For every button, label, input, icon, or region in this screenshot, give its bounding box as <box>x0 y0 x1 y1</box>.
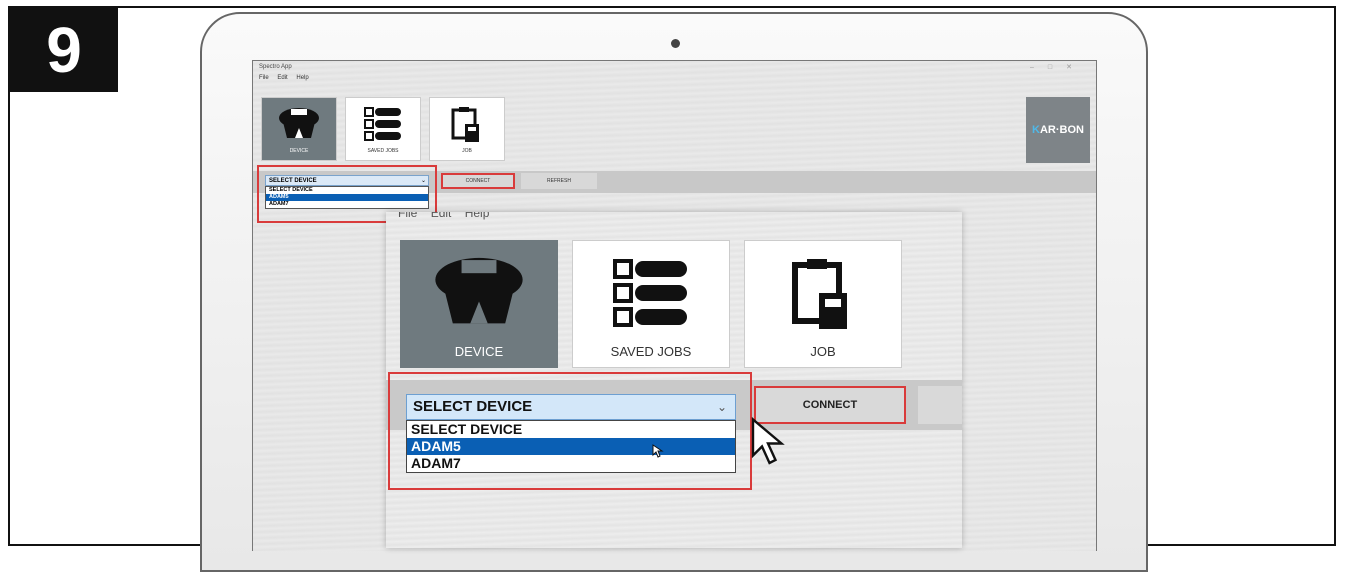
zoom-refresh-button[interactable] <box>918 386 962 424</box>
step-number: 9 <box>10 8 118 92</box>
zoom-callout: File Edit Help DEVICE SAVED JOBS JOB SEL… <box>386 212 962 548</box>
device-icon <box>279 108 319 138</box>
toolbar-label: DEVICE <box>289 148 309 154</box>
zoom-saved-jobs-button[interactable]: SAVED JOBS <box>572 240 730 368</box>
app-title: Spectro App <box>259 64 292 70</box>
zoom-job-button[interactable]: JOB <box>744 240 902 368</box>
menu-file[interactable]: File <box>259 75 269 81</box>
minimize-icon[interactable]: – <box>1030 64 1048 71</box>
zoom-menu-bar: File Edit Help <box>398 212 490 220</box>
title-bar: Spectro App –□✕ <box>253 61 1096 73</box>
cursor-arrow-icon <box>751 416 785 465</box>
camera-icon <box>671 39 680 48</box>
window-controls[interactable]: –□✕ <box>1030 63 1086 71</box>
maximize-icon[interactable]: □ <box>1048 64 1066 71</box>
menu-bar: File Edit Help <box>259 75 316 81</box>
toolbar-saved-jobs-button[interactable]: SAVED JOBS <box>345 97 421 161</box>
toolbar-job-button[interactable]: JOB <box>429 97 505 161</box>
highlight-box <box>388 372 752 490</box>
toolbar-label: JOB <box>810 344 836 359</box>
job-icon <box>451 107 479 142</box>
connect-button[interactable]: CONNECT <box>441 173 515 189</box>
device-icon <box>435 257 523 324</box>
job-icon <box>792 259 847 329</box>
saved-jobs-icon <box>364 107 401 141</box>
toolbar-label: DEVICE <box>454 344 504 359</box>
refresh-button[interactable]: REFRESH <box>521 173 597 189</box>
toolbar-label: JOB <box>462 148 472 154</box>
menu-edit[interactable]: Edit <box>277 75 287 81</box>
close-icon[interactable]: ✕ <box>1066 64 1086 71</box>
toolbar-label: SAVED JOBS <box>610 344 692 359</box>
zoom-device-button[interactable]: DEVICE <box>400 240 558 368</box>
toolbar-device-button[interactable]: DEVICE <box>261 97 337 161</box>
small-cursor-icon <box>652 444 664 458</box>
karbon-logo: K AR·BON <box>1026 97 1090 163</box>
saved-jobs-icon <box>613 259 687 327</box>
toolbar-label: SAVED JOBS <box>367 148 399 154</box>
menu-help[interactable]: Help <box>296 75 308 81</box>
